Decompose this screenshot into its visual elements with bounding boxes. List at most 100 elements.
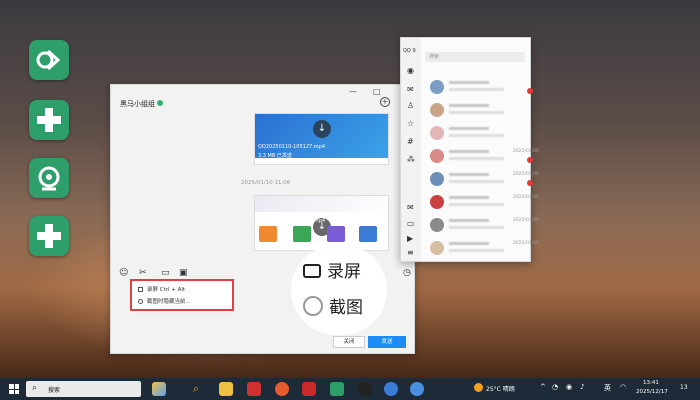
image-icon[interactable]: ▣ [179,268,188,278]
conversation-item[interactable]: 2025/01/06 [421,145,539,168]
app-tile-purple [327,226,345,242]
menu-item-record[interactable]: 录屏 Ctrl + Alt [138,285,185,293]
volume-icon[interactable]: ♪ [580,383,584,391]
magnifier-overlay: 录屏 截图 [291,245,387,335]
avatar [430,218,444,232]
search-input[interactable]: 搜索 [425,52,525,62]
qq-sidebar: QQ 9 ◉ ✉ ♙ ☆ # ⁂ ✉ ▭ ▶ ≡ [401,38,421,261]
conversation-name [449,127,489,130]
app-green-icon[interactable] [330,382,344,396]
conversation-item[interactable]: 2025/01/06 [421,214,539,237]
search-app-icon[interactable]: ⌕ [193,382,207,396]
conversation-preview [449,157,504,160]
desktop-app-icon-2[interactable] [29,100,69,140]
unread-badge [527,157,533,163]
network-icon[interactable]: ◔ [552,383,558,391]
avatar [430,103,444,117]
message-icon[interactable]: ✉ [407,85,414,94]
file-size: 3.3 MB 已发送 [258,153,292,159]
weather-text[interactable]: 25°C 晴朗 [486,384,515,393]
desktop-app-icon-4[interactable] [29,216,69,256]
conversation-item[interactable] [421,99,531,122]
avatar [430,126,444,140]
mail-icon[interactable]: ✉ [407,203,414,212]
chat-title: 黑马小组组 [120,100,155,108]
radio-circle-icon [303,296,323,316]
conversation-time: 2025/01/06 [513,195,539,200]
app-red-icon[interactable] [302,382,316,396]
desktop-app-icon-1[interactable] [29,40,69,80]
tray-app-icon[interactable]: ◉ [566,383,572,391]
qq-title: QQ 9 [403,48,416,54]
file-explorer-icon[interactable] [219,382,233,396]
conversation-time: 2025/01/06 [513,149,539,154]
copilot-icon[interactable] [152,382,166,396]
conversation-preview [449,134,504,137]
file-name: QQ20250110-105127.mp4 [258,144,326,150]
close-button[interactable]: 关闭 [333,336,365,348]
send-button[interactable]: 发送 [368,336,406,348]
group-badge-icon [157,100,163,106]
screenshot-menu: 录屏 Ctrl + Alt 截图时隐藏当前... [130,279,234,311]
app-tile-blue [359,226,377,242]
folder-icon[interactable]: ▭ [407,219,415,228]
file-message-2[interactable]: ↓ QQ20250110-105127.mp4 1.1 MB 已发送 [254,195,389,251]
app-circle-icon[interactable] [410,382,424,396]
wps-icon[interactable] [247,382,261,396]
taskbar: ⌕ 搜索 ⌕ 25°C 晴朗 ^ ◔ ◉ ♪ 英 ◠ 13:41 2025/12… [0,378,700,400]
conversation-item[interactable]: 2025/01/06 [421,191,539,214]
conversation-item[interactable] [421,122,531,145]
notification-count[interactable]: 13 [680,384,688,391]
emoji-icon[interactable]: ☺ [119,268,128,278]
avatar [430,241,444,255]
avatar [430,149,444,163]
qq-icon[interactable] [358,382,372,396]
apps-icon[interactable]: ⁂ [407,155,415,164]
ime-label[interactable]: 英 [604,383,611,393]
windows-start-icon[interactable] [9,384,19,394]
unread-badge [527,88,533,94]
file-message-1[interactable]: ↓ QQ20250110-105127.mp4 3.3 MB 已发送 [254,113,389,165]
conversation-preview [449,226,504,229]
conversation-name [449,150,489,153]
conversation-item[interactable] [421,76,533,99]
add-member-icon[interactable]: + [380,97,390,107]
conversation-item[interactable]: 2025/01/06 [421,168,539,191]
maximize-icon[interactable]: □ [373,87,381,96]
channel-icon[interactable]: # [407,137,414,146]
camera-icon [303,264,321,278]
contacts-icon[interactable]: ♙ [407,101,414,110]
conversation-preview [449,111,504,114]
zoom-screenshot-row: 截图 [303,293,363,318]
history-clock-icon[interactable]: ◷ [403,268,411,278]
app-blue-icon[interactable] [384,382,398,396]
scissors-icon[interactable]: ✂ [139,268,147,278]
conversation-time: 2025/01/06 [513,218,539,223]
favorites-icon[interactable]: ☆ [407,119,414,128]
video-icon[interactable]: ▶ [407,234,413,243]
tray-expand-icon[interactable]: ^ [540,383,546,391]
taskbar-search[interactable]: ⌕ 搜索 [26,381,141,397]
minimize-icon[interactable]: — [349,87,357,96]
conversation-item[interactable]: 2025/01/06 [421,237,539,260]
app-tile-orange [259,226,277,242]
search-label: 搜索 [48,387,61,394]
unread-badge [527,180,533,186]
desktop-app-icon-3[interactable] [29,158,69,198]
folder-icon[interactable]: ▭ [161,268,170,278]
menu-icon[interactable]: ≡ [407,248,414,257]
conversation-name [449,173,489,176]
conversation-time: 2025/01/06 [513,241,539,246]
avatar-icon[interactable]: ◉ [407,66,414,75]
clock-date[interactable]: 2025/12/17 [636,389,668,395]
conversation-name [449,104,489,107]
search-icon: ⌕ [32,383,38,393]
avatar [430,195,444,209]
file-name: QQ20250110-105127.mp4 [258,218,326,224]
download-icon[interactable]: ↓ [313,120,331,138]
browser-icon[interactable] [275,382,289,396]
wifi-icon[interactable]: ◠ [620,383,626,391]
clock-time[interactable]: 13:41 [643,380,659,386]
conversation-name [449,81,489,84]
menu-item-hide-window[interactable]: 截图时隐藏当前... [138,297,191,305]
